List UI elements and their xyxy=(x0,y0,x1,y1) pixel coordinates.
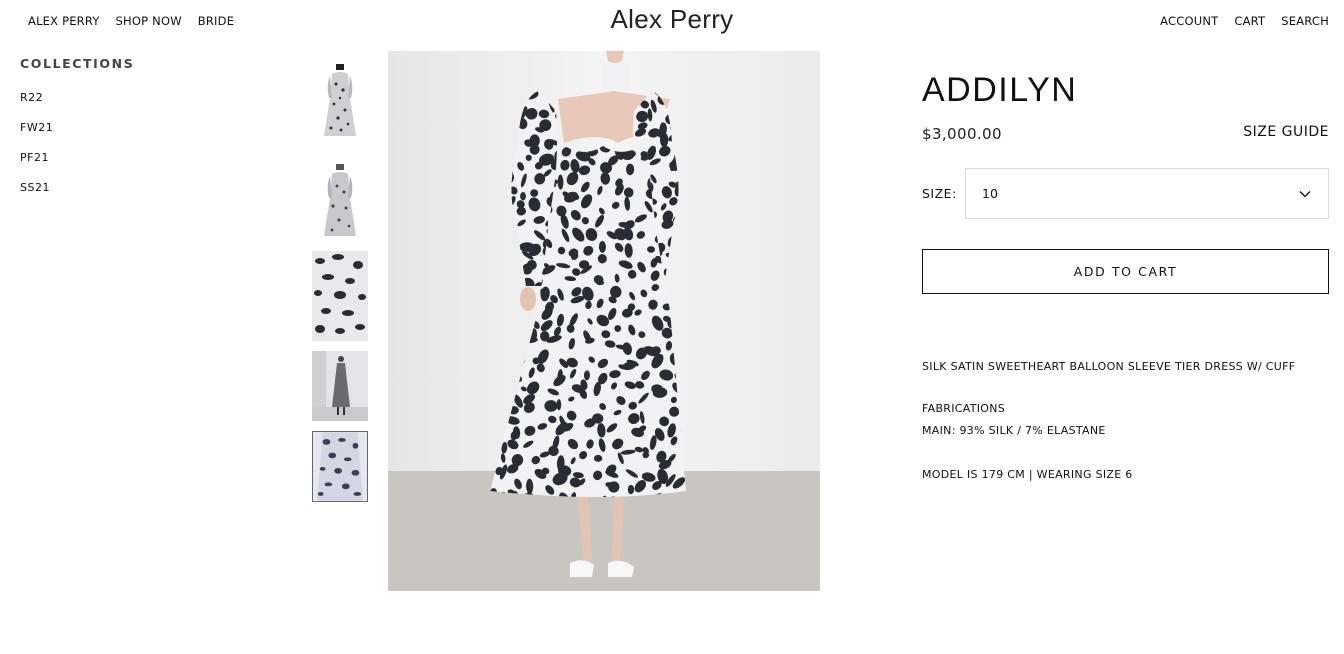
top-navigation: ALEX PERRY SHOP NOW BRIDE Alex Perry ACC… xyxy=(0,0,1344,42)
nav-link-cart[interactable]: CART xyxy=(1234,14,1265,28)
fabrications-heading: FABRICATIONS xyxy=(922,402,1006,415)
thumbnail-3[interactable] xyxy=(312,251,368,341)
thumbnail-4[interactable] xyxy=(312,351,368,421)
collection-item-pf21[interactable]: PF21 xyxy=(20,151,134,181)
add-to-cart-button[interactable]: ADD TO CART xyxy=(922,249,1329,294)
collections-list: R22 FW21 PF21 SS21 xyxy=(20,91,134,211)
size-guide-link[interactable]: SIZE GUIDE xyxy=(1243,124,1329,140)
collection-item-ss21[interactable]: SS21 xyxy=(20,181,134,211)
collections-heading: COLLECTIONS xyxy=(20,56,135,71)
chevron-down-icon xyxy=(1299,190,1311,197)
model-info: MODEL IS 179 CM | WEARING SIZE 6 xyxy=(922,468,1133,481)
collection-item-r22[interactable]: R22 xyxy=(20,91,134,121)
description-text: SILK SATIN SWEETHEART BALLOON SLEEVE TIE… xyxy=(922,360,1296,373)
size-dropdown[interactable]: 10 xyxy=(965,168,1329,219)
price-row: $3,000.00 SIZE GUIDE xyxy=(922,124,1329,146)
nav-link-search[interactable]: SEARCH xyxy=(1281,14,1329,28)
product-title: ADDILYN xyxy=(922,71,1078,109)
nav-right-links: ACCOUNT CART SEARCH xyxy=(1160,14,1329,28)
nav-left-links: ALEX PERRY SHOP NOW BRIDE xyxy=(28,14,234,28)
nav-link-account[interactable]: ACCOUNT xyxy=(1160,14,1218,28)
size-selected-value: 10 xyxy=(982,186,998,201)
product-main-image[interactable] xyxy=(388,51,820,591)
product-description: SILK SATIN SWEETHEART BALLOON SLEEVE TIE… xyxy=(922,360,1329,482)
nav-link-bride[interactable]: BRIDE xyxy=(198,14,234,28)
fabrications-main: MAIN: 93% SILK / 7% ELASTANE xyxy=(922,424,1106,437)
thumbnail-5-active[interactable] xyxy=(312,431,368,502)
thumbnail-1[interactable] xyxy=(312,58,368,142)
size-label: SIZE: xyxy=(922,186,957,201)
nav-link-alex-perry[interactable]: ALEX PERRY xyxy=(28,14,100,28)
size-selector-row: SIZE: 10 xyxy=(922,168,1329,219)
collections-sidebar: COLLECTIONS R22 FW21 PF21 SS21 xyxy=(20,56,134,211)
collection-item-fw21[interactable]: FW21 xyxy=(20,121,134,151)
thumbnail-2[interactable] xyxy=(312,158,368,242)
product-details: ADDILYN $3,000.00 SIZE GUIDE SIZE: 10 AD… xyxy=(922,70,1329,482)
product-price: $3,000.00 xyxy=(922,125,1002,143)
brand-logo[interactable]: Alex Perry xyxy=(611,4,734,35)
nav-link-shop-now[interactable]: SHOP NOW xyxy=(116,14,182,28)
